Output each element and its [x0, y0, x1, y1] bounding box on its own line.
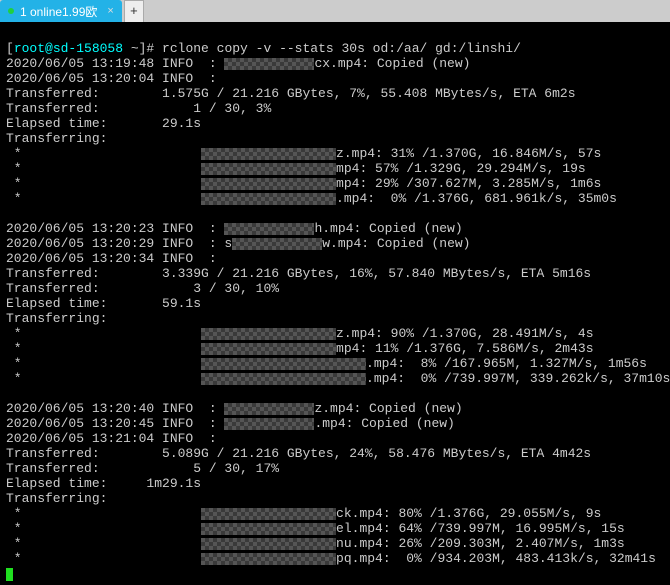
close-icon[interactable]: × [107, 5, 113, 17]
terminal-content[interactable]: [root@sd-158058 ~]# rclone copy -v --sta… [0, 22, 670, 585]
transfer-row: * [6, 356, 201, 371]
log-line: 2020/06/05 13:20:29 INFO : s [6, 236, 232, 251]
redacted-filename [201, 328, 336, 340]
redacted-filename [201, 523, 336, 535]
tab-bar: 1 online1.99欧 × + [0, 0, 670, 22]
transferred-bytes: Transferred: 3.339G / 21.216 GBytes, 16%… [6, 266, 591, 281]
log-line: 2020/06/05 13:20:23 INFO : [6, 221, 224, 236]
transfer-row: * [6, 146, 201, 161]
transferred-count: Transferred: 1 / 30, 3% [6, 101, 271, 116]
redacted-filename [224, 418, 314, 430]
redacted-filename [201, 193, 336, 205]
transferring-label: Transferring: [6, 491, 107, 506]
transferred-count: Transferred: 3 / 30, 10% [6, 281, 279, 296]
connection-status-dot [8, 8, 14, 14]
terminal-tab[interactable]: 1 online1.99欧 × [0, 0, 122, 22]
prompt-line: [root@sd-158058 ~]# rclone copy -v --sta… [6, 41, 521, 56]
redacted-filename [224, 58, 314, 70]
redacted-filename [201, 508, 336, 520]
cursor [6, 568, 13, 581]
transfer-row: * [6, 536, 201, 551]
elapsed-time: Elapsed time: 29.1s [6, 116, 201, 131]
redacted-filename [201, 373, 366, 385]
log-line: 2020/06/05 13:20:34 INFO : [6, 251, 217, 266]
transfer-row: * [6, 521, 201, 536]
redacted-filename [201, 148, 336, 160]
log-line: 2020/06/05 13:19:48 INFO : [6, 56, 224, 71]
redacted-filename [201, 178, 336, 190]
log-line: 2020/06/05 13:20:45 INFO : [6, 416, 224, 431]
user-host: root@sd-158058 [14, 41, 123, 56]
log-line: 2020/06/05 13:20:04 INFO : [6, 71, 217, 86]
redacted-filename [224, 403, 314, 415]
redacted-filename [201, 358, 366, 370]
transferring-label: Transferring: [6, 311, 107, 326]
redacted-filename [232, 238, 322, 250]
redacted-filename [201, 343, 336, 355]
elapsed-time: Elapsed time: 1m29.1s [6, 476, 201, 491]
transfer-row: * [6, 371, 201, 386]
transfer-row: * [6, 191, 201, 206]
tab-label: 1 online1.99欧 [20, 3, 97, 20]
elapsed-time: Elapsed time: 59.1s [6, 296, 201, 311]
transfer-row: * [6, 161, 201, 176]
redacted-filename [224, 223, 314, 235]
log-line: 2020/06/05 13:21:04 INFO : [6, 431, 217, 446]
log-line: 2020/06/05 13:20:40 INFO : [6, 401, 224, 416]
transfer-row: * [6, 506, 201, 521]
add-tab-button[interactable]: + [124, 0, 144, 22]
transferring-label: Transferring: [6, 131, 107, 146]
transferred-bytes: Transferred: 5.089G / 21.216 GBytes, 24%… [6, 446, 591, 461]
transfer-row: * [6, 326, 201, 341]
transferred-count: Transferred: 5 / 30, 17% [6, 461, 279, 476]
transfer-row: * [6, 341, 201, 356]
transfer-row: * [6, 551, 201, 566]
transferred-bytes: Transferred: 1.575G / 21.216 GBytes, 7%,… [6, 86, 576, 101]
redacted-filename [201, 553, 336, 565]
redacted-filename [201, 538, 336, 550]
redacted-filename [201, 163, 336, 175]
transfer-row: * [6, 176, 201, 191]
command-text: rclone copy -v --stats 30s od:/aa/ gd:/l… [162, 41, 521, 56]
